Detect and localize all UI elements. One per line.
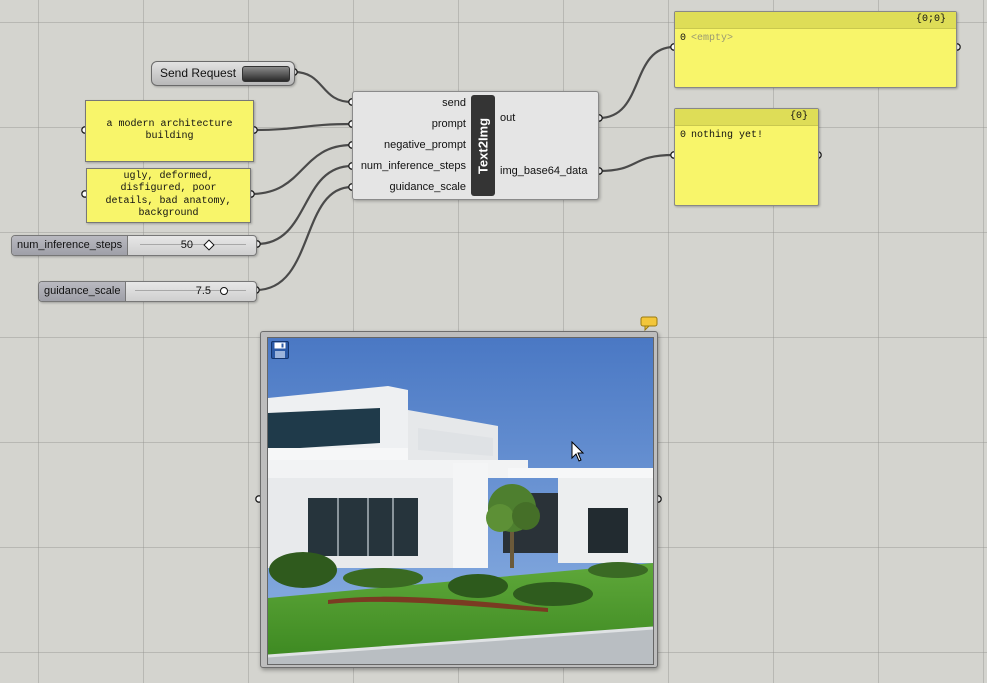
mouse-cursor-icon [571, 441, 585, 462]
slider-name: num_inference_steps [12, 236, 129, 255]
prompt-text: a modern architecture building [106, 118, 233, 143]
slider-value: 7.5 [195, 285, 212, 297]
guidance-scale-slider[interactable]: guidance_scale 7.5 [38, 281, 257, 302]
house-photo [268, 338, 653, 664]
input-guidance-scale[interactable]: guidance_scale [390, 181, 466, 193]
send-request-label: Send Request [160, 66, 237, 80]
component-title: Text2Img [475, 117, 491, 174]
panel-value: nothing yet! [691, 130, 764, 141]
wire-num-inference-steps [255, 164, 354, 246]
negative-prompt-panel[interactable]: ugly, deformed, disfigured, poor details… [86, 168, 251, 223]
panel-index: 0 [680, 33, 687, 44]
button-toggle[interactable] [242, 66, 290, 82]
wire-negative-prompt [249, 143, 354, 196]
input-num-inference-steps[interactable]: num_inference_steps [361, 160, 466, 172]
wire-img-data [597, 153, 676, 173]
wire-guidance-scale [254, 185, 354, 292]
out-panel[interactable]: {0;0} 0 <empty> [674, 11, 957, 88]
wire-prompt [252, 122, 354, 132]
wire-out [597, 45, 676, 120]
output-out[interactable]: out [500, 112, 515, 124]
img-data-panel[interactable]: {0} 0 nothing yet! [674, 108, 819, 206]
slider-grip[interactable] [219, 287, 228, 295]
num-inference-steps-slider[interactable]: num_inference_steps 50 [11, 235, 257, 256]
image-viewer-component[interactable] [260, 331, 658, 668]
wire-send [292, 70, 354, 104]
output-img-base64-data[interactable]: img_base64_data [500, 165, 587, 177]
input-negative-prompt[interactable]: negative_prompt [384, 139, 466, 151]
negative-prompt-text: ugly, deformed, disfigured, poor details… [105, 170, 232, 220]
slider-track [135, 290, 246, 291]
panel-value: <empty> [691, 33, 734, 44]
prompt-panel[interactable]: a modern architecture building [85, 100, 254, 162]
panel-header: {0} [675, 109, 818, 126]
slider-name: guidance_scale [39, 282, 127, 301]
panel-header: {0;0} [675, 12, 956, 29]
input-prompt[interactable]: prompt [432, 118, 466, 130]
send-request-button[interactable]: Send Request [151, 61, 295, 86]
slider-grip[interactable] [203, 239, 215, 251]
text2img-component[interactable]: send prompt negative_prompt num_inferenc… [352, 91, 599, 200]
panel-index: 0 [680, 130, 687, 141]
component-title-band: Text2Img [471, 95, 495, 196]
generated-image [267, 337, 654, 665]
slider-value: 50 [180, 239, 194, 251]
message-bubble-icon[interactable] [640, 316, 658, 331]
input-send[interactable]: send [442, 97, 466, 109]
save-icon[interactable] [271, 341, 289, 359]
